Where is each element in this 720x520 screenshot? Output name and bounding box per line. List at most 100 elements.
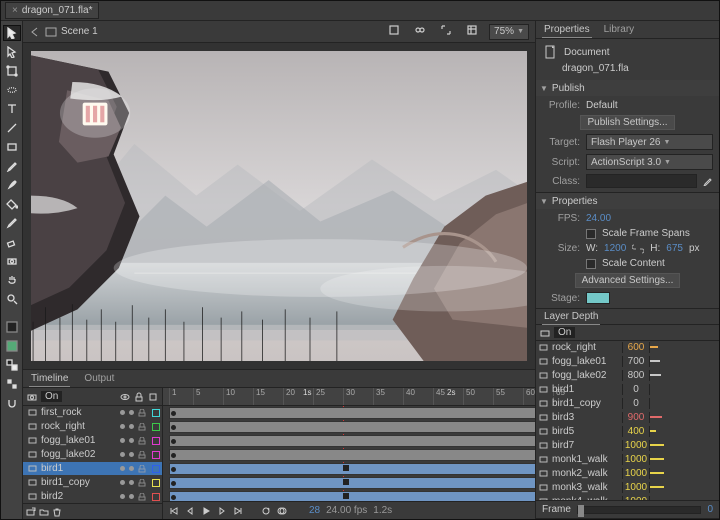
clip-icon[interactable] [463,23,481,40]
right-panels: Properties Library Document dragon_071.f… [535,21,719,519]
scene-breadcrumb[interactable]: Scene 1 [29,26,98,37]
layer-depth-row[interactable]: bird5400 [536,425,719,439]
advanced-settings-button[interactable]: Advanced Settings... [575,273,681,288]
class-input[interactable] [586,174,697,188]
camera-icon[interactable] [540,328,550,338]
target-dropdown[interactable]: Flash Player 26▼ [586,134,713,150]
layer-depth-row[interactable]: bird10 [536,383,719,397]
timeline-layer-row[interactable]: fogg_lake01 [23,434,162,448]
onion-icon[interactable] [277,506,287,516]
delete-layer-icon[interactable] [52,507,62,517]
new-folder-icon[interactable] [39,507,49,517]
timeline-footer: 28 24.00 fps 1.2s [163,501,535,519]
edit-symbols-icon[interactable] [411,23,429,40]
lock-icon[interactable] [134,392,144,402]
fps-display: 24.00 fps [326,505,367,516]
close-icon[interactable]: × [12,5,18,16]
eraser-tool[interactable] [3,234,21,250]
timeline-layer-row[interactable]: first_rock [23,406,162,420]
timeline-layer-row[interactable]: bird1 [23,462,162,476]
step-back-icon[interactable] [185,506,195,516]
text-tool[interactable] [3,101,21,117]
brush-tool[interactable] [3,177,21,193]
layer-depth-row[interactable]: bird71000 [536,439,719,453]
selection-tool[interactable] [3,25,21,41]
zoom-tool[interactable] [3,291,21,307]
options-icon[interactable] [3,376,21,392]
outline-icon[interactable] [148,392,158,402]
loop-icon[interactable] [261,506,271,516]
tab-timeline[interactable]: Timeline [29,371,70,387]
timeline-layer-list[interactable]: first_rockrock_rightfogg_lake01fogg_lake… [23,406,162,503]
current-frame[interactable]: 28 [309,505,320,516]
snap-icon[interactable] [3,395,21,411]
eye-icon[interactable] [120,392,130,402]
layer-depth-row[interactable]: bird1_copy0 [536,397,719,411]
stroke-color[interactable] [3,319,21,335]
frame-slider[interactable] [577,506,702,514]
document-tab[interactable]: × dragon_071.fla* [5,2,99,19]
timeline-track[interactable]: 151015202530354045505560651s2s [163,388,535,519]
back-icon[interactable] [29,27,41,37]
subselection-tool[interactable] [3,44,21,60]
doc-props-header[interactable]: ▼Properties [536,193,719,209]
tab-library[interactable]: Library [602,22,637,37]
document-tab-title: dragon_071.fla* [22,5,93,16]
time-display: 1.2s [373,505,392,516]
line-tool[interactable] [3,120,21,136]
layer-depth-row[interactable]: monk1_walk1000 [536,453,719,467]
fit-icon[interactable] [437,23,455,40]
layer-depth-row[interactable]: fogg_lake02800 [536,369,719,383]
zoom-dropdown[interactable]: 75%▼ [489,24,529,40]
timeline-layer-row[interactable]: fogg_lake02 [23,448,162,462]
stage-area[interactable] [23,43,535,369]
edit-scene-icon[interactable] [385,23,403,40]
eyedropper-tool[interactable] [3,215,21,231]
link-size-icon[interactable] [632,244,644,254]
layer-depth-row[interactable]: monk3_walk1000 [536,481,719,495]
timeline-rows[interactable] [163,406,535,501]
layer-depth-row[interactable]: monk2_walk1000 [536,467,719,481]
tab-output[interactable]: Output [82,371,116,386]
rewind-icon[interactable] [169,506,179,516]
width-value[interactable]: 1200 [604,243,626,254]
height-value[interactable]: 675 [666,243,683,254]
paint-bucket-tool[interactable] [3,196,21,212]
pencil-tool[interactable] [3,158,21,174]
edit-class-icon[interactable] [703,176,713,186]
publish-header[interactable]: ▼Publish [536,80,719,96]
free-transform-tool[interactable] [3,63,21,79]
timeline-layer-row[interactable]: rock_right [23,420,162,434]
step-fwd-icon[interactable] [217,506,227,516]
timeline-layer-row[interactable]: bird1_copy [23,476,162,490]
tab-layer-depth[interactable]: Layer Depth [542,309,600,325]
tab-properties[interactable]: Properties [542,22,592,38]
doc-type: Document [564,47,610,58]
stage-color-swatch[interactable] [586,292,610,304]
ffwd-icon[interactable] [233,506,243,516]
rectangle-tool[interactable] [3,139,21,155]
publish-settings-button[interactable]: Publish Settings... [580,115,674,130]
timeline-ruler[interactable]: 151015202530354045505560651s2s [163,388,535,406]
scene-icon [45,27,57,37]
layer-depth-row[interactable]: monk4_walk1000 [536,495,719,500]
play-icon[interactable] [201,506,211,516]
camera-tool[interactable] [3,253,21,269]
lasso-tool[interactable] [3,82,21,98]
fill-color[interactable] [3,338,21,354]
swap-colors-icon[interactable] [3,357,21,373]
hand-tool[interactable] [3,272,21,288]
fps-value[interactable]: 24.00 [586,213,611,224]
stage-bar: Scene 1 75%▼ [23,21,535,43]
layer-depth-row[interactable]: rock_right600 [536,341,719,355]
scale-content-checkbox[interactable] [586,259,596,269]
layer-depth-row[interactable]: fogg_lake01700 [536,355,719,369]
timeline-layer-row[interactable]: bird2 [23,490,162,503]
script-dropdown[interactable]: ActionScript 3.0▼ [586,154,713,170]
new-layer-icon[interactable] [26,507,36,517]
scale-frame-spans-checkbox[interactable] [586,229,596,239]
layer-depth-row[interactable]: bird3900 [536,411,719,425]
camera-icon[interactable] [27,392,37,402]
frame-value[interactable]: 0 [707,504,713,515]
layer-depth-list[interactable]: rock_right600fogg_lake01700fogg_lake0280… [536,341,719,500]
